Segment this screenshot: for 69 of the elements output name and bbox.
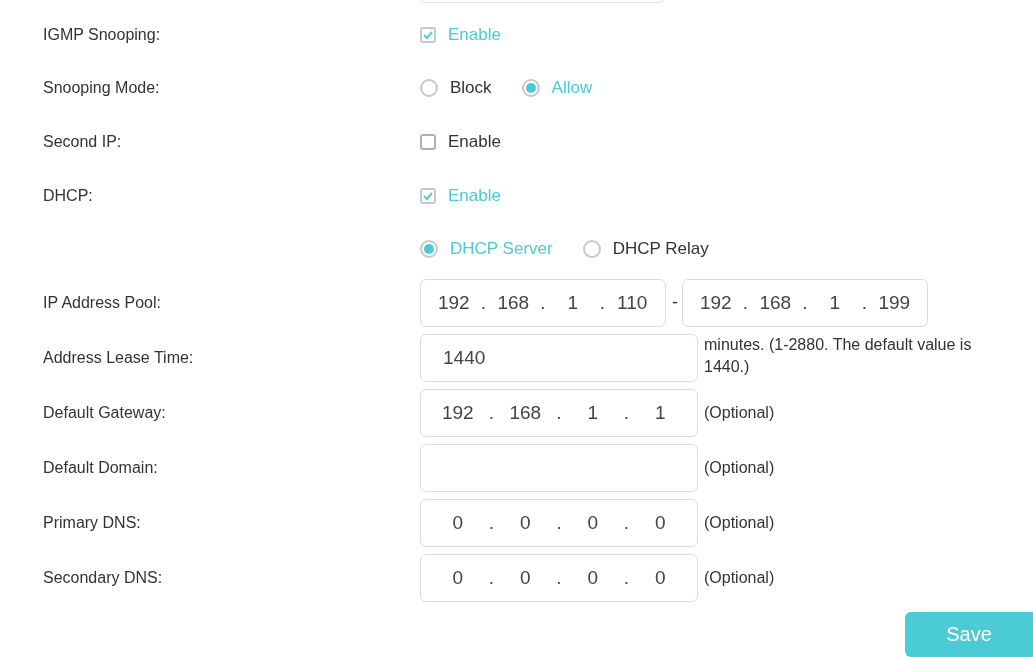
dot-separator: . xyxy=(622,402,631,424)
octet-text: 168 xyxy=(496,292,531,314)
octet-text: 0 xyxy=(653,567,667,589)
radio-icon xyxy=(420,240,438,259)
dot-separator: . xyxy=(487,567,496,589)
dot-separator: . xyxy=(622,567,631,589)
octet-text: 0 xyxy=(653,512,667,534)
range-separator: - xyxy=(672,292,678,314)
note-text: minutes. (1-2880. The default value is 1440.) xyxy=(704,335,973,377)
octet-text: 168 xyxy=(508,402,543,424)
ip-address-field[interactable]: 0 . 0 . 0 . 0 xyxy=(420,499,698,547)
dot-separator: . xyxy=(479,292,488,314)
text-field[interactable] xyxy=(420,444,698,492)
dot-separator: . xyxy=(539,292,547,314)
octet-text: 0 xyxy=(451,512,465,534)
field-label: Snooping Mode: xyxy=(43,79,161,98)
field-value: 1440 xyxy=(443,347,487,369)
field-label: Second IP: xyxy=(43,132,123,151)
octet-text: 1 xyxy=(566,292,580,314)
dot-separator: . xyxy=(801,292,809,314)
text-field[interactable]: 1440 xyxy=(420,334,698,382)
octet-text: 0 xyxy=(518,567,532,589)
dot-separator: . xyxy=(555,402,563,424)
enable-checkbox[interactable]: Enable xyxy=(420,131,501,152)
radio-icon xyxy=(521,79,540,98)
ip-address-field[interactable]: 192 . 168 . 1 . 110 xyxy=(420,279,666,327)
dot-separator: . xyxy=(487,402,496,424)
field-label: Default Domain: xyxy=(43,459,159,477)
octet-text: 168 xyxy=(758,292,793,314)
checkbox-icon xyxy=(420,133,436,150)
note-text: (Optional) xyxy=(704,513,776,533)
radio-icon xyxy=(582,240,601,259)
octet-text: 0 xyxy=(451,567,465,589)
octet-text: 110 xyxy=(616,292,649,314)
field-label: Primary DNS: xyxy=(43,514,142,532)
octet-text: 1 xyxy=(828,292,842,314)
note-text: (Optional) xyxy=(704,458,776,478)
field-label: IGMP Snooping: xyxy=(43,25,162,44)
note-text: (Optional) xyxy=(704,568,776,588)
octet-text: 192 xyxy=(440,402,475,424)
note-text: (Optional) xyxy=(704,403,776,423)
ip-address-field[interactable]: 0 . 0 . 0 . 0 xyxy=(420,554,698,602)
ip-address-field[interactable]: 192 . 168 . 1 . 1 xyxy=(420,389,698,437)
octet-text: 1 xyxy=(653,402,667,424)
dot-separator: . xyxy=(555,567,563,589)
dot-separator: . xyxy=(555,512,563,534)
octet-text: 1 xyxy=(586,402,600,424)
octet-text: 0 xyxy=(518,512,532,534)
dot-separator: . xyxy=(487,512,496,534)
dot-separator: . xyxy=(860,292,869,314)
field-label: Default Gateway: xyxy=(43,404,167,422)
radio-option[interactable]: DHCP Relay xyxy=(582,239,709,260)
octet-text: 0 xyxy=(586,512,600,534)
ip-address-field[interactable]: 192 . 168 . 1 . 199 xyxy=(682,279,928,327)
checkmark-icon xyxy=(423,191,433,200)
radio-option[interactable]: Block xyxy=(420,78,492,99)
octet-text: 192 xyxy=(698,292,733,314)
octet-text: 0 xyxy=(586,567,600,589)
dot-separator: . xyxy=(598,292,607,314)
checkmark-icon xyxy=(423,30,433,39)
field-label: Address Lease Time: xyxy=(43,349,195,367)
field-label: Secondary DNS: xyxy=(43,569,164,587)
dot-separator: . xyxy=(622,512,631,534)
field-label: DHCP: xyxy=(43,186,94,205)
octet-text: 199 xyxy=(877,292,912,314)
field-label: IP Address Pool: xyxy=(43,294,162,312)
radio-icon xyxy=(420,79,438,98)
dot-separator: . xyxy=(741,292,750,314)
octet-text: 192 xyxy=(436,292,471,314)
